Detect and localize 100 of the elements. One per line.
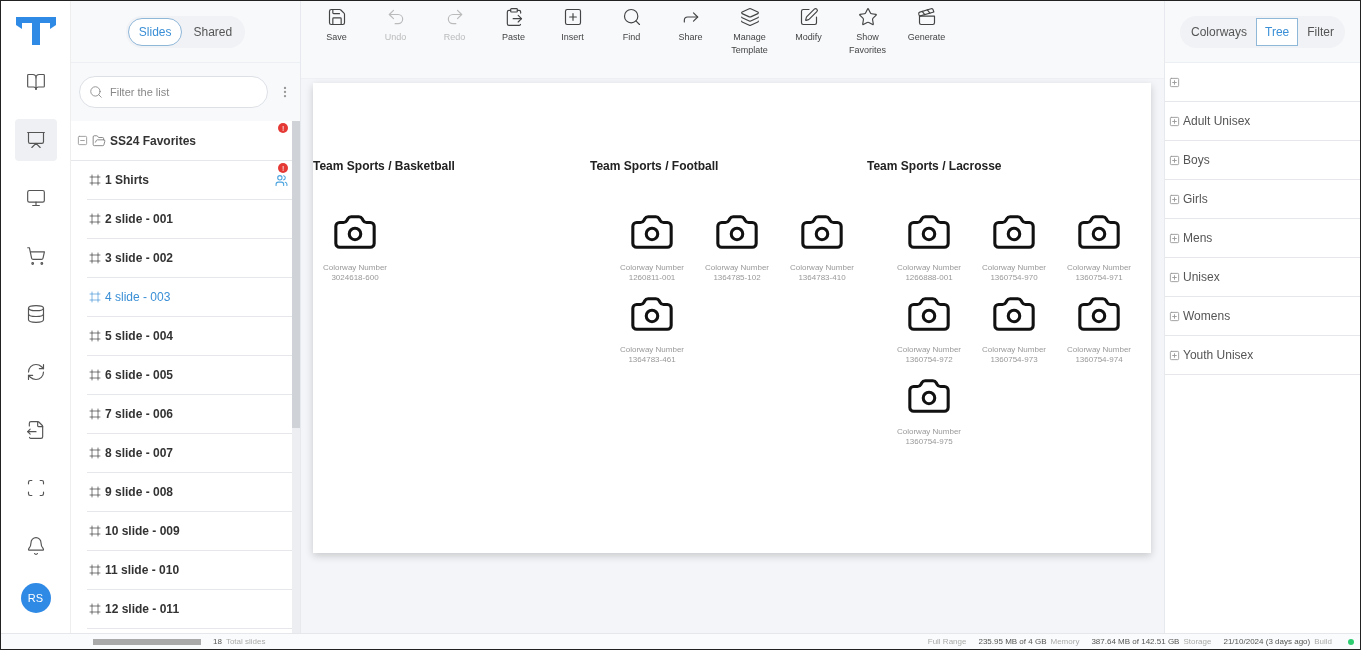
tree-row[interactable]: Youth Unisex <box>1165 336 1360 375</box>
bell-icon <box>25 536 46 556</box>
expand-icon[interactable] <box>1169 310 1180 322</box>
file-export-icon <box>25 420 46 440</box>
colorway-caption: Colorway Number 1360754-974 <box>1067 345 1131 365</box>
colorway-caption: Colorway Number 3024618-600 <box>323 263 387 283</box>
panel-tab[interactable]: Filter <box>1298 17 1343 46</box>
slide-list-item[interactable]: 1 Shirts ! <box>87 161 292 200</box>
presentation-button[interactable] <box>14 119 57 161</box>
tree-label: Mens <box>1183 231 1213 245</box>
view-tab[interactable]: Shared <box>182 17 244 46</box>
colorway-caption: Colorway Number 1360754-975 <box>897 427 961 447</box>
memory-label: Memory <box>1050 637 1080 646</box>
frame-icon <box>89 291 101 303</box>
search-icon <box>89 85 103 99</box>
frame-icon <box>89 252 101 264</box>
memory-value: 235.95 MB of 4 GB <box>978 637 1047 646</box>
colorway-caption: Colorway Number 1360754-972 <box>897 345 961 365</box>
modify-button[interactable]: Modify <box>783 7 834 44</box>
tree-row[interactable]: Womens <box>1165 297 1360 336</box>
manage-template-icon <box>739 7 760 27</box>
collapse-icon[interactable] <box>77 135 88 146</box>
slide-count: 18 <box>213 637 222 646</box>
count-label: Total slides <box>225 637 266 646</box>
storage-value: 387.64 MB of 142.51 GB <box>1091 637 1180 646</box>
scrollbar[interactable] <box>93 638 201 645</box>
presentation-icon <box>25 130 46 150</box>
view-tab[interactable]: Slides <box>127 17 183 46</box>
save-icon <box>326 7 347 27</box>
colorway-caption: Colorway Number 1260811-001 <box>620 263 684 283</box>
expand-icon[interactable] <box>1169 232 1180 244</box>
folder-row[interactable]: SS24 Favorites ! <box>71 121 292 161</box>
paste-button[interactable]: Paste <box>488 7 539 44</box>
tree-row[interactable]: Boys <box>1165 141 1360 180</box>
tree-row[interactable]: Adult Unisex <box>1165 102 1360 141</box>
generate-button[interactable]: Generate <box>901 7 952 44</box>
frame-icon <box>89 603 101 615</box>
folder-label: SS24 Favorites <box>110 133 197 148</box>
range-label: Full Range <box>927 637 967 646</box>
tree-row[interactable]: Girls <box>1165 180 1360 219</box>
frame-icon <box>89 408 101 420</box>
build-label: Build <box>1314 637 1332 646</box>
frame-icon <box>89 369 101 381</box>
panel-tab[interactable]: Colorways <box>1182 17 1257 46</box>
show-favorites-button[interactable]: Show Favorites <box>842 7 893 57</box>
tree-label: Adult Unisex <box>1183 114 1251 128</box>
tree-label: Boys <box>1183 153 1210 167</box>
filter-field[interactable]: Filter the list <box>79 76 268 108</box>
expand-icon[interactable] <box>1169 76 1180 88</box>
refresh-icon <box>25 362 46 382</box>
find-icon <box>621 7 642 27</box>
storage-label: Storage <box>1183 637 1212 646</box>
insert-icon <box>562 7 583 27</box>
scrollbar[interactable] <box>292 121 300 633</box>
expand-icon[interactable] <box>1169 154 1180 166</box>
logo-icon <box>13 15 58 45</box>
monitor-icon <box>25 188 46 208</box>
insert-button[interactable]: Insert <box>547 7 598 44</box>
generate-icon <box>916 7 937 27</box>
cart-icon <box>25 246 46 266</box>
book-icon <box>25 72 46 92</box>
manage-template-button[interactable]: Manage Template <box>724 7 775 57</box>
expand-icon[interactable] <box>1169 193 1180 205</box>
panel-tab[interactable]: Tree <box>1256 17 1299 46</box>
group-title: Team Sports / Basketball <box>313 159 456 173</box>
colorway-caption: Colorway Number 1364783-461 <box>620 345 684 365</box>
tree-label: Unisex <box>1183 270 1220 284</box>
user-avatar[interactable]: RS <box>20 583 51 613</box>
frame-icon <box>89 174 101 186</box>
tree-label: Girls <box>1183 192 1208 206</box>
colorway-caption: Colorway Number 1266888-001 <box>897 263 961 283</box>
tree-row[interactable]: Mens <box>1165 219 1360 258</box>
alert-badge: ! <box>278 163 288 173</box>
build-date: 21/10/2024 (3 days ago) <box>1223 637 1311 646</box>
alert-badge: ! <box>278 123 288 133</box>
tree-label: Womens <box>1183 309 1231 323</box>
tree-label: Youth Unisex <box>1183 348 1254 362</box>
group-title: Team Sports / Lacrosse <box>867 159 1003 173</box>
scan-icon <box>25 478 46 498</box>
frame-icon <box>89 213 101 225</box>
colorway-caption: Colorway Number 1364785-102 <box>705 263 769 283</box>
frame-icon <box>89 447 101 459</box>
save-button[interactable]: Save <box>311 7 362 44</box>
colorway-caption: Colorway Number 1360754-971 <box>1067 263 1131 283</box>
tree-row[interactable]: Unisex <box>1165 258 1360 297</box>
frame-icon <box>89 525 101 537</box>
expand-icon[interactable] <box>1169 115 1180 127</box>
modify-icon <box>798 7 819 27</box>
frame-icon <box>89 564 101 576</box>
frame-icon <box>89 330 101 342</box>
colorway-caption: Colorway Number 1360754-973 <box>982 345 1046 365</box>
expand-icon[interactable] <box>1169 271 1180 283</box>
folder-icon <box>92 133 106 148</box>
expand-icon[interactable] <box>1169 349 1180 361</box>
frame-icon <box>89 486 101 498</box>
share-button[interactable]: Share <box>665 7 716 44</box>
colorway-caption: Colorway Number 1360754-970 <box>982 263 1046 283</box>
database-icon <box>25 304 46 324</box>
find-button[interactable]: Find <box>606 7 657 44</box>
colorway-caption: Colorway Number 1364783-410 <box>790 263 854 283</box>
